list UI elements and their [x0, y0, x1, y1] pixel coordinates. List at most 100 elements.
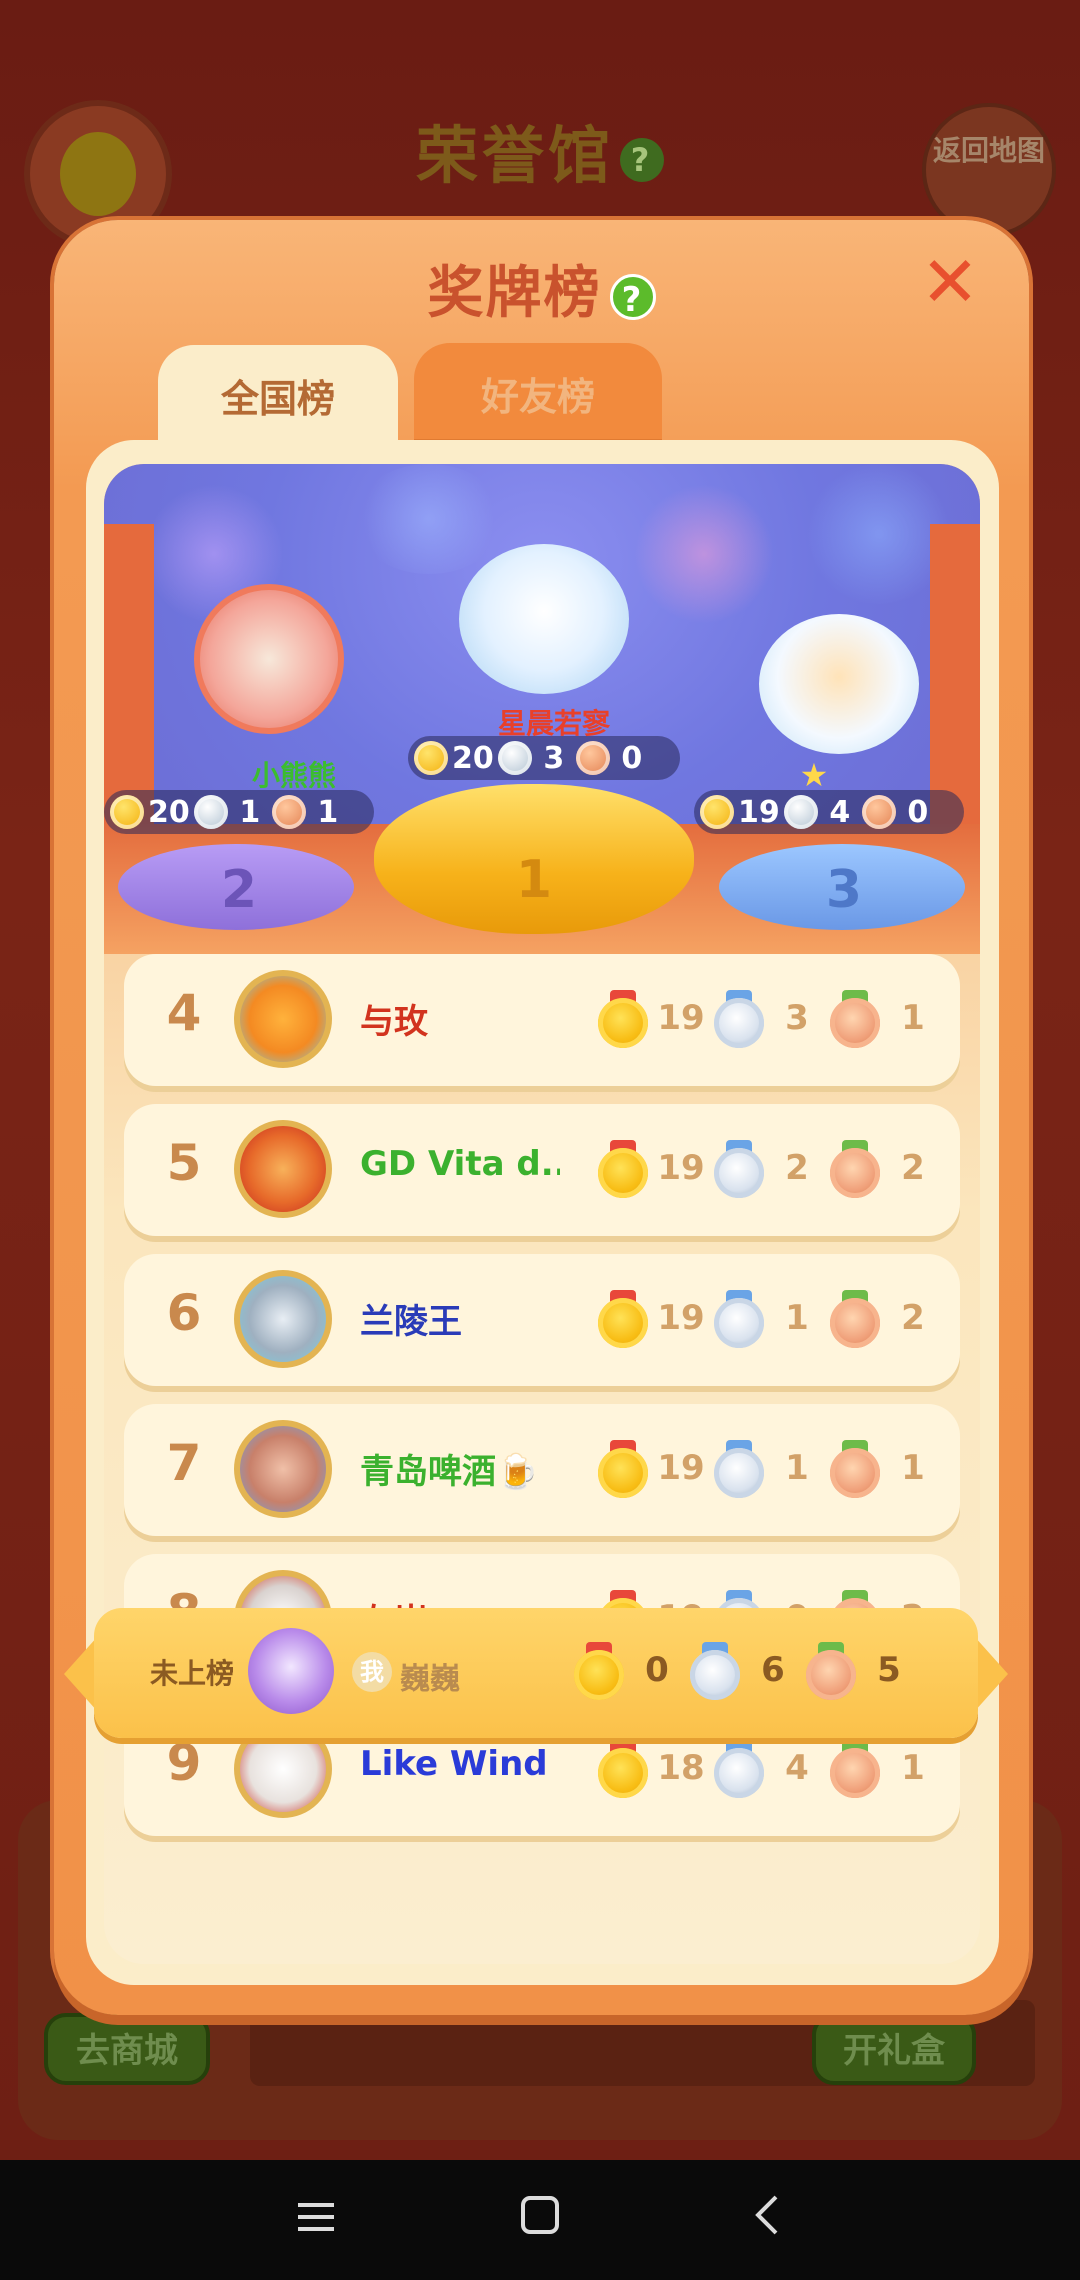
unranked-label: 未上榜 [150, 1657, 235, 1690]
avatar[interactable] [234, 970, 332, 1068]
my-ranking-bar[interactable]: 未上榜 我 巍巍 0 6 5 [64, 1608, 1008, 1738]
player-name: 青岛啤酒🍺 [360, 1452, 539, 1492]
silver-medal-icon [714, 1140, 764, 1198]
podium-2-medals: 20 1 1 [104, 790, 374, 834]
podium-place-2: 2 [220, 860, 258, 920]
player-name: 与玫 [360, 1002, 428, 1042]
silver-count: 1 [239, 794, 261, 830]
gold-count: 20 [452, 740, 494, 776]
medal-counts: 19 1 1 [598, 1440, 944, 1498]
player-name: Like Wind [360, 1744, 548, 1784]
bronze-medal-icon [806, 1642, 856, 1700]
firework-decoration [354, 464, 504, 574]
home-icon[interactable] [500, 2190, 580, 2250]
rank-number: 7 [166, 1434, 202, 1492]
silver-medal-icon [714, 1290, 764, 1348]
rank-row[interactable]: 6 兰陵王 19 1 2 [124, 1254, 960, 1386]
ribbon-tip-left [64, 1636, 98, 1712]
gold-count: 18 [657, 1748, 705, 1788]
modal-title-text: 奖牌榜 [427, 261, 602, 326]
bronze-count: 2 [901, 1298, 925, 1338]
shop-button: 去商城 [44, 2013, 210, 2085]
avatar[interactable] [234, 1270, 332, 1368]
silver-count: 1 [785, 1298, 809, 1338]
gold-medal-icon [598, 990, 648, 1048]
hall-title-text: 荣誉馆 [415, 119, 614, 192]
gold-count: 19 [657, 1148, 705, 1188]
silver-count: 3 [543, 740, 565, 776]
rank-number: 4 [166, 984, 202, 1042]
gold-count: 19 [657, 1298, 705, 1338]
system-nav-bar [0, 2160, 1080, 2280]
gold-count: 19 [738, 794, 780, 830]
my-name: 巍巍 [400, 1662, 460, 1697]
gold-medal-icon [598, 1440, 648, 1498]
avatar[interactable] [234, 1120, 332, 1218]
gold-medal-icon [700, 795, 734, 829]
player-name: 兰陵王 [360, 1302, 462, 1342]
bronze-medal-icon [830, 1740, 880, 1798]
silver-medal-icon [193, 795, 228, 829]
bronze-medal-icon [830, 990, 880, 1048]
firework-decoration [634, 484, 774, 624]
back-icon[interactable] [728, 2190, 808, 2250]
silver-count: 1 [785, 1448, 809, 1488]
silver-medal-icon [714, 1440, 764, 1498]
gold-count: 20 [148, 794, 190, 830]
leaderboard-list: 2 1 3 小熊熊 星晨若寥 ★ 20 1 1 20 3 0 19 4 0 4 … [104, 464, 980, 1964]
bronze-count: 0 [621, 740, 643, 776]
medal-counts: 18 4 1 [598, 1740, 944, 1798]
podium-2-avatar[interactable] [194, 584, 344, 734]
gold-medal-icon [414, 741, 448, 775]
silver-medal-icon [714, 990, 764, 1048]
avatar[interactable] [234, 1420, 332, 1518]
podium-stage: 2 1 3 小熊熊 星晨若寥 ★ 20 1 1 20 3 0 19 4 0 [104, 464, 980, 954]
bronze-medal-icon [861, 795, 896, 829]
rank-row[interactable]: 5 GD Vita d... 19 2 2 [124, 1104, 960, 1236]
bronze-count: 1 [317, 794, 339, 830]
silver-count: 4 [829, 794, 851, 830]
tab-national[interactable]: 全国榜 [158, 345, 398, 445]
podium-1-avatar[interactable] [459, 544, 629, 694]
hall-title: 荣誉馆? [0, 105, 1080, 195]
bronze-medal-icon [830, 1290, 880, 1348]
silver-medal-icon [497, 741, 532, 775]
silver-medal-icon [783, 795, 818, 829]
my-avatar[interactable] [248, 1628, 334, 1714]
podium-3-medals: 19 4 0 [694, 790, 964, 834]
player-name: GD Vita d... [360, 1144, 560, 1184]
medal-counts: 19 1 2 [598, 1290, 944, 1348]
silver-medal-icon [714, 1740, 764, 1798]
bronze-count: 1 [901, 998, 925, 1038]
modal-title: 奖牌榜? [54, 248, 1029, 329]
menu-icon[interactable] [276, 2190, 356, 2250]
close-button[interactable]: ✕ [919, 247, 981, 317]
gold-medal-icon [598, 1140, 648, 1198]
silver-medal-icon [690, 1642, 740, 1700]
bronze-medal-icon [830, 1440, 880, 1498]
rank-number: 5 [166, 1134, 202, 1192]
gold-count: 0 [645, 1650, 669, 1690]
rank-row[interactable]: 4 与玫 19 3 1 [124, 954, 960, 1086]
rank-row[interactable]: 7 青岛啤酒🍺 19 1 1 [124, 1404, 960, 1536]
podium-place-3: 3 [825, 860, 863, 920]
gold-count: 19 [657, 1448, 705, 1488]
my-medal-counts: 0 6 5 [574, 1642, 920, 1700]
rank-number: 6 [166, 1284, 202, 1342]
silver-count: 2 [785, 1148, 809, 1188]
silver-count: 3 [785, 998, 809, 1038]
bronze-count: 1 [901, 1448, 925, 1488]
rank-number: 9 [166, 1734, 202, 1792]
gold-medal-icon [110, 795, 144, 829]
tab-friends[interactable]: 好友榜 [414, 343, 662, 443]
return-map-button: 返回地图 [922, 103, 1056, 237]
leaderboard-panel: 2 1 3 小熊熊 星晨若寥 ★ 20 1 1 20 3 0 19 4 0 4 … [86, 440, 999, 1985]
silver-count: 4 [785, 1748, 809, 1788]
gift-box-button: 开礼盒 [812, 2013, 976, 2085]
bronze-count: 5 [877, 1650, 901, 1690]
medal-counts: 19 3 1 [598, 990, 944, 1048]
bronze-count: 2 [901, 1148, 925, 1188]
help-icon[interactable]: ? [609, 273, 656, 320]
podium-3-star: ★ [799, 756, 829, 794]
podium-3-avatar[interactable] [759, 614, 919, 754]
